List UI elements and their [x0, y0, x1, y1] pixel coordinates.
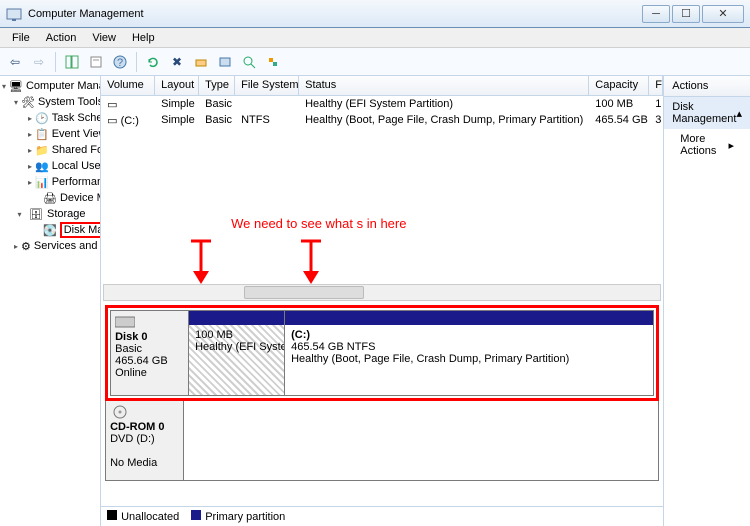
- drive-icon: ▭: [107, 99, 117, 111]
- legend: Unallocated Primary partition: [101, 506, 663, 526]
- tree-task-scheduler[interactable]: ▸🕑Task Scheduler: [0, 110, 100, 126]
- partition-efi[interactable]: 100 MB Healthy (EFI System P: [189, 311, 285, 395]
- tree-shared-folders[interactable]: ▸📁Shared Folders: [0, 142, 100, 158]
- titlebar: Computer Management ─ ☐ ✕: [0, 0, 750, 28]
- col-type[interactable]: Type: [199, 76, 235, 95]
- annotation-text: We need to see what s in here: [231, 216, 406, 231]
- services-icon: ⚙: [21, 238, 31, 254]
- back-button[interactable]: ⇦: [4, 51, 26, 73]
- tree-disk-management[interactable]: 💽Disk Management: [0, 222, 100, 238]
- storage-icon: 🗄: [28, 206, 44, 222]
- toolbar: ⇦ ⇨ ? ✖: [0, 48, 750, 76]
- annotation-arrow-1: [186, 236, 216, 289]
- volume-row-1[interactable]: ▭ Simple Basic Healthy (EFI System Parti…: [101, 96, 663, 112]
- tools-icon: 🛠: [21, 94, 35, 110]
- volume-row-2[interactable]: ▭ (C:) Simple Basic NTFS Healthy (Boot, …: [101, 112, 663, 128]
- show-hide-tree-button[interactable]: [61, 51, 83, 73]
- horizontal-scrollbar[interactable]: [103, 284, 661, 301]
- toolbar-button-4[interactable]: [238, 51, 260, 73]
- menubar: File Action View Help: [0, 28, 750, 48]
- tree-services[interactable]: ▸⚙Services and Applications: [0, 238, 100, 254]
- chevron-up-icon: ▴: [736, 107, 742, 120]
- users-icon: 👥: [35, 158, 49, 174]
- cdrom-0[interactable]: CD-ROM 0 DVD (D:) No Media: [105, 401, 659, 481]
- hdd-icon: [115, 315, 135, 329]
- tree-root[interactable]: ▾🖥Computer Management (Local: [0, 78, 100, 94]
- graphical-view: Disk 0 Basic 465.64 GB Online 100 MB Hea…: [101, 301, 663, 506]
- tree-system-tools[interactable]: ▾🛠System Tools: [0, 94, 100, 110]
- clock-icon: 🕑: [35, 110, 49, 126]
- cdrom-0-label[interactable]: CD-ROM 0 DVD (D:) No Media: [106, 401, 184, 480]
- annotation-arrow-2: [296, 236, 326, 289]
- actions-pane: Actions Disk Management▴ More Actions▸: [664, 76, 750, 526]
- minimize-button[interactable]: ─: [642, 5, 670, 23]
- menu-help[interactable]: Help: [124, 30, 163, 46]
- menu-view[interactable]: View: [84, 30, 124, 46]
- folder-icon: 📁: [35, 142, 49, 158]
- chevron-right-icon: ▸: [728, 139, 734, 152]
- col-volume[interactable]: Volume: [101, 76, 155, 95]
- close-button[interactable]: ✕: [702, 5, 744, 23]
- toolbar-button-1[interactable]: ✖: [166, 51, 188, 73]
- computer-icon: 🖥: [9, 78, 23, 94]
- tree-storage[interactable]: ▾🗄Storage: [0, 206, 100, 222]
- col-capacity[interactable]: Capacity: [589, 76, 649, 95]
- actions-header: Actions: [664, 76, 750, 97]
- legend-unallocated: Unallocated: [121, 511, 179, 523]
- help-button[interactable]: ?: [109, 51, 131, 73]
- col-status[interactable]: Status: [299, 76, 589, 95]
- tree-performance[interactable]: ▸📊Performance: [0, 174, 100, 190]
- toolbar-button-5[interactable]: [262, 51, 284, 73]
- col-free[interactable]: F: [649, 76, 663, 95]
- tree-device-manager[interactable]: 🖨Device Manager: [0, 190, 100, 206]
- toolbar-button-2[interactable]: [190, 51, 212, 73]
- tree-local-users[interactable]: ▸👥Local Users and Groups: [0, 158, 100, 174]
- device-icon: 🖨: [43, 190, 57, 206]
- event-icon: 📋: [35, 126, 49, 142]
- partition-c[interactable]: (C:) 465.54 GB NTFS Healthy (Boot, Page …: [285, 311, 653, 395]
- center-pane: Volume Layout Type File System Status Ca…: [101, 76, 664, 526]
- refresh-button[interactable]: [142, 51, 164, 73]
- legend-primary: Primary partition: [205, 511, 285, 523]
- disk-icon: 💽: [43, 222, 57, 238]
- disk-0[interactable]: Disk 0 Basic 465.64 GB Online 100 MB Hea…: [110, 310, 654, 396]
- toolbar-button-3[interactable]: [214, 51, 236, 73]
- menu-action[interactable]: Action: [38, 30, 85, 46]
- menu-file[interactable]: File: [4, 30, 38, 46]
- properties-button[interactable]: [85, 51, 107, 73]
- tree-event-viewer[interactable]: ▸📋Event Viewer: [0, 126, 100, 142]
- forward-button[interactable]: ⇨: [28, 51, 50, 73]
- col-filesystem[interactable]: File System: [235, 76, 299, 95]
- window-title: Computer Management: [28, 8, 642, 20]
- drive-icon: ▭: [107, 115, 117, 127]
- perf-icon: 📊: [35, 174, 49, 190]
- actions-disk-management[interactable]: Disk Management▴: [664, 97, 750, 129]
- column-headers[interactable]: Volume Layout Type File System Status Ca…: [101, 76, 663, 96]
- disk-0-label[interactable]: Disk 0 Basic 465.64 GB Online: [111, 311, 189, 395]
- col-layout[interactable]: Layout: [155, 76, 199, 95]
- annotation-box: Disk 0 Basic 465.64 GB Online 100 MB Hea…: [105, 305, 659, 401]
- svg-text:?: ?: [117, 57, 123, 69]
- maximize-button[interactable]: ☐: [672, 5, 700, 23]
- cd-icon: [110, 405, 130, 419]
- app-icon: [6, 6, 22, 22]
- actions-more[interactable]: More Actions▸: [664, 129, 750, 161]
- tree-pane[interactable]: ▾🖥Computer Management (Local ▾🛠System To…: [0, 76, 101, 526]
- volume-list[interactable]: Volume Layout Type File System Status Ca…: [101, 76, 663, 284]
